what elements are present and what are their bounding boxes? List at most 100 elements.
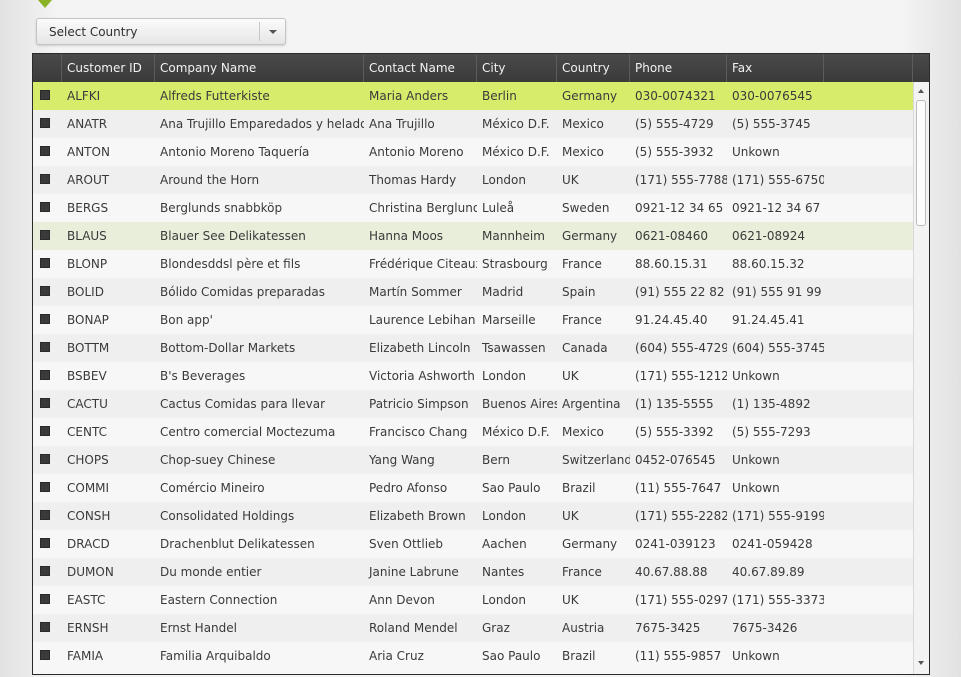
row-select-checkbox[interactable] bbox=[40, 566, 50, 576]
scroll-down-arrow-icon[interactable] bbox=[918, 661, 924, 665]
table-row[interactable]: ANATR Ana Trujillo Emparedados y helados A… bbox=[33, 110, 913, 138]
cell-customer-id: BSBEV bbox=[67, 369, 107, 383]
table-row[interactable]: BOLID Bólido Comidas preparadas Martín Som… bbox=[33, 278, 913, 306]
row-select-checkbox[interactable] bbox=[40, 202, 50, 212]
cell-company-name: Chop-suey Chinese bbox=[160, 453, 276, 467]
row-select-checkbox[interactable] bbox=[40, 454, 50, 464]
cell-customer-id: AROUT bbox=[67, 173, 110, 187]
cell-customer-id: BOLID bbox=[67, 285, 104, 299]
cell-country: Spain bbox=[562, 285, 596, 299]
table-row[interactable]: BLAUS Blauer See Delikatessen Hanna Moos Ma… bbox=[33, 222, 913, 250]
table-row[interactable]: ALFKI Alfreds Futterkiste Maria Anders Berl… bbox=[33, 82, 913, 110]
column-header-customer-id[interactable]: Customer ID bbox=[62, 54, 155, 82]
cell-phone: (171) 555-2282 bbox=[635, 509, 727, 523]
cell-customer-id: DUMON bbox=[67, 565, 114, 579]
cell-contact-name: Ann Devon bbox=[369, 593, 435, 607]
scrollbar-thumb[interactable] bbox=[916, 100, 926, 226]
row-select-checkbox[interactable] bbox=[40, 594, 50, 604]
cell-contact-name: Elizabeth Lincoln bbox=[369, 341, 471, 355]
cell-company-name: Blondesddsl père et fils bbox=[160, 257, 301, 271]
table-row[interactable]: BONAP Bon app' Laurence Lebihan Marseille Fr… bbox=[33, 306, 913, 334]
column-header-company-name[interactable]: Company Name bbox=[155, 54, 364, 82]
cell-city: Luleå bbox=[482, 201, 515, 215]
cell-company-name: Comércio Mineiro bbox=[160, 481, 265, 495]
row-select-checkbox[interactable] bbox=[40, 650, 50, 660]
table-row[interactable]: DUMON Du monde entier Janine Labrune Nantes… bbox=[33, 558, 913, 586]
row-select-checkbox[interactable] bbox=[40, 174, 50, 184]
row-select-checkbox[interactable] bbox=[40, 538, 50, 548]
cell-customer-id: DRACD bbox=[67, 537, 110, 551]
row-select-checkbox[interactable] bbox=[40, 118, 50, 128]
chevron-down-icon[interactable] bbox=[269, 30, 277, 34]
cell-fax: Unkown bbox=[732, 481, 780, 495]
cell-city: Madrid bbox=[482, 285, 524, 299]
cell-country: UK bbox=[562, 173, 579, 187]
cell-customer-id: BOTTM bbox=[67, 341, 110, 355]
cell-phone: (5) 555-3932 bbox=[635, 145, 714, 159]
table-row[interactable]: EASTC Eastern Connection Ann Devon London UK… bbox=[33, 586, 913, 614]
row-select-checkbox[interactable] bbox=[40, 258, 50, 268]
cell-fax: Unkown bbox=[732, 453, 780, 467]
table-row[interactable]: CENTC Centro comercial Moctezuma Francisco… bbox=[33, 418, 913, 446]
scroll-up-arrow-icon[interactable] bbox=[918, 89, 924, 93]
table-row[interactable]: BOTTM Bottom-Dollar Markets Elizabeth Linc… bbox=[33, 334, 913, 362]
column-header-contact-name[interactable]: Contact Name bbox=[364, 54, 477, 82]
row-select-checkbox[interactable] bbox=[40, 398, 50, 408]
row-select-checkbox[interactable] bbox=[40, 510, 50, 520]
vertical-scrollbar[interactable] bbox=[913, 82, 929, 674]
row-select-checkbox[interactable] bbox=[40, 342, 50, 352]
cell-fax: 0241-059428 bbox=[732, 537, 813, 551]
cell-fax: (5) 555-7293 bbox=[732, 425, 811, 439]
table-row[interactable]: CACTU Cactus Comidas para llevar Patricio … bbox=[33, 390, 913, 418]
row-select-checkbox[interactable] bbox=[40, 370, 50, 380]
header-select-column[interactable] bbox=[33, 54, 62, 82]
cell-fax: 0621-08924 bbox=[732, 229, 806, 243]
cell-country: Brazil bbox=[562, 481, 596, 495]
cell-company-name: Ana Trujillo Emparedados y helados bbox=[160, 117, 364, 131]
table-row[interactable]: CHOPS Chop-suey Chinese Yang Wang Bern Switz… bbox=[33, 446, 913, 474]
dropdown-divider bbox=[259, 22, 260, 41]
table-row[interactable]: BSBEV B's Beverages Victoria Ashworth Londo… bbox=[33, 362, 913, 390]
cell-contact-name: Elizabeth Brown bbox=[369, 509, 466, 523]
row-select-checkbox[interactable] bbox=[40, 146, 50, 156]
cell-company-name: Blauer See Delikatessen bbox=[160, 229, 306, 243]
row-select-checkbox[interactable] bbox=[40, 622, 50, 632]
cell-customer-id: CHOPS bbox=[67, 453, 109, 467]
table-row[interactable]: COMMI Comércio Mineiro Pedro Afonso Sao Pau… bbox=[33, 474, 913, 502]
cell-fax: (604) 555-3745 bbox=[732, 341, 824, 355]
cell-city: México D.F. bbox=[482, 425, 550, 439]
cell-customer-id: ANTON bbox=[67, 145, 110, 159]
cell-company-name: Familia Arquibaldo bbox=[160, 649, 271, 663]
table-row[interactable]: BLONP Blondesddsl père et fils Frédérique … bbox=[33, 250, 913, 278]
cell-customer-id: BLAUS bbox=[67, 229, 107, 243]
cell-country: France bbox=[562, 565, 602, 579]
table-row[interactable]: FAMIA Familia Arquibaldo Aria Cruz Sao Paul… bbox=[33, 642, 913, 670]
column-header-fax[interactable]: Fax bbox=[727, 54, 824, 82]
country-select-label: Select Country bbox=[49, 25, 138, 39]
cell-city: Marseille bbox=[482, 313, 536, 327]
row-select-checkbox[interactable] bbox=[40, 314, 50, 324]
row-select-checkbox[interactable] bbox=[40, 482, 50, 492]
table-row[interactable]: AROUT Around the Horn Thomas Hardy London UK… bbox=[33, 166, 913, 194]
row-select-checkbox[interactable] bbox=[40, 90, 50, 100]
table-row[interactable]: BERGS Berglunds snabbköp Christina Berglun… bbox=[33, 194, 913, 222]
row-select-checkbox[interactable] bbox=[40, 286, 50, 296]
column-header-country[interactable]: Country bbox=[557, 54, 630, 82]
table-row[interactable]: ANTON Antonio Moreno Taquería Antonio More… bbox=[33, 138, 913, 166]
table-row[interactable]: ERNSH Ernst Handel Roland Mendel Graz Austri… bbox=[33, 614, 913, 642]
table-row[interactable]: CONSH Consolidated Holdings Elizabeth Brow… bbox=[33, 502, 913, 530]
cell-contact-name: Aria Cruz bbox=[369, 649, 424, 663]
row-select-checkbox[interactable] bbox=[40, 426, 50, 436]
column-header-city[interactable]: City bbox=[477, 54, 557, 82]
column-header-phone[interactable]: Phone bbox=[630, 54, 727, 82]
row-select-checkbox[interactable] bbox=[40, 230, 50, 240]
cell-phone: 91.24.45.40 bbox=[635, 313, 708, 327]
cell-country: Germany bbox=[562, 537, 618, 551]
table-row[interactable]: DRACD Drachenblut Delikatessen Sven Ottlie… bbox=[33, 530, 913, 558]
cell-phone: 0621-08460 bbox=[635, 229, 709, 243]
country-select-dropdown[interactable]: Select Country bbox=[36, 18, 286, 45]
cell-fax: Unkown bbox=[732, 369, 780, 383]
cell-company-name: Ernst Handel bbox=[160, 621, 237, 635]
cell-customer-id: CACTU bbox=[67, 397, 108, 411]
cell-phone: (11) 555-7647 bbox=[635, 481, 722, 495]
